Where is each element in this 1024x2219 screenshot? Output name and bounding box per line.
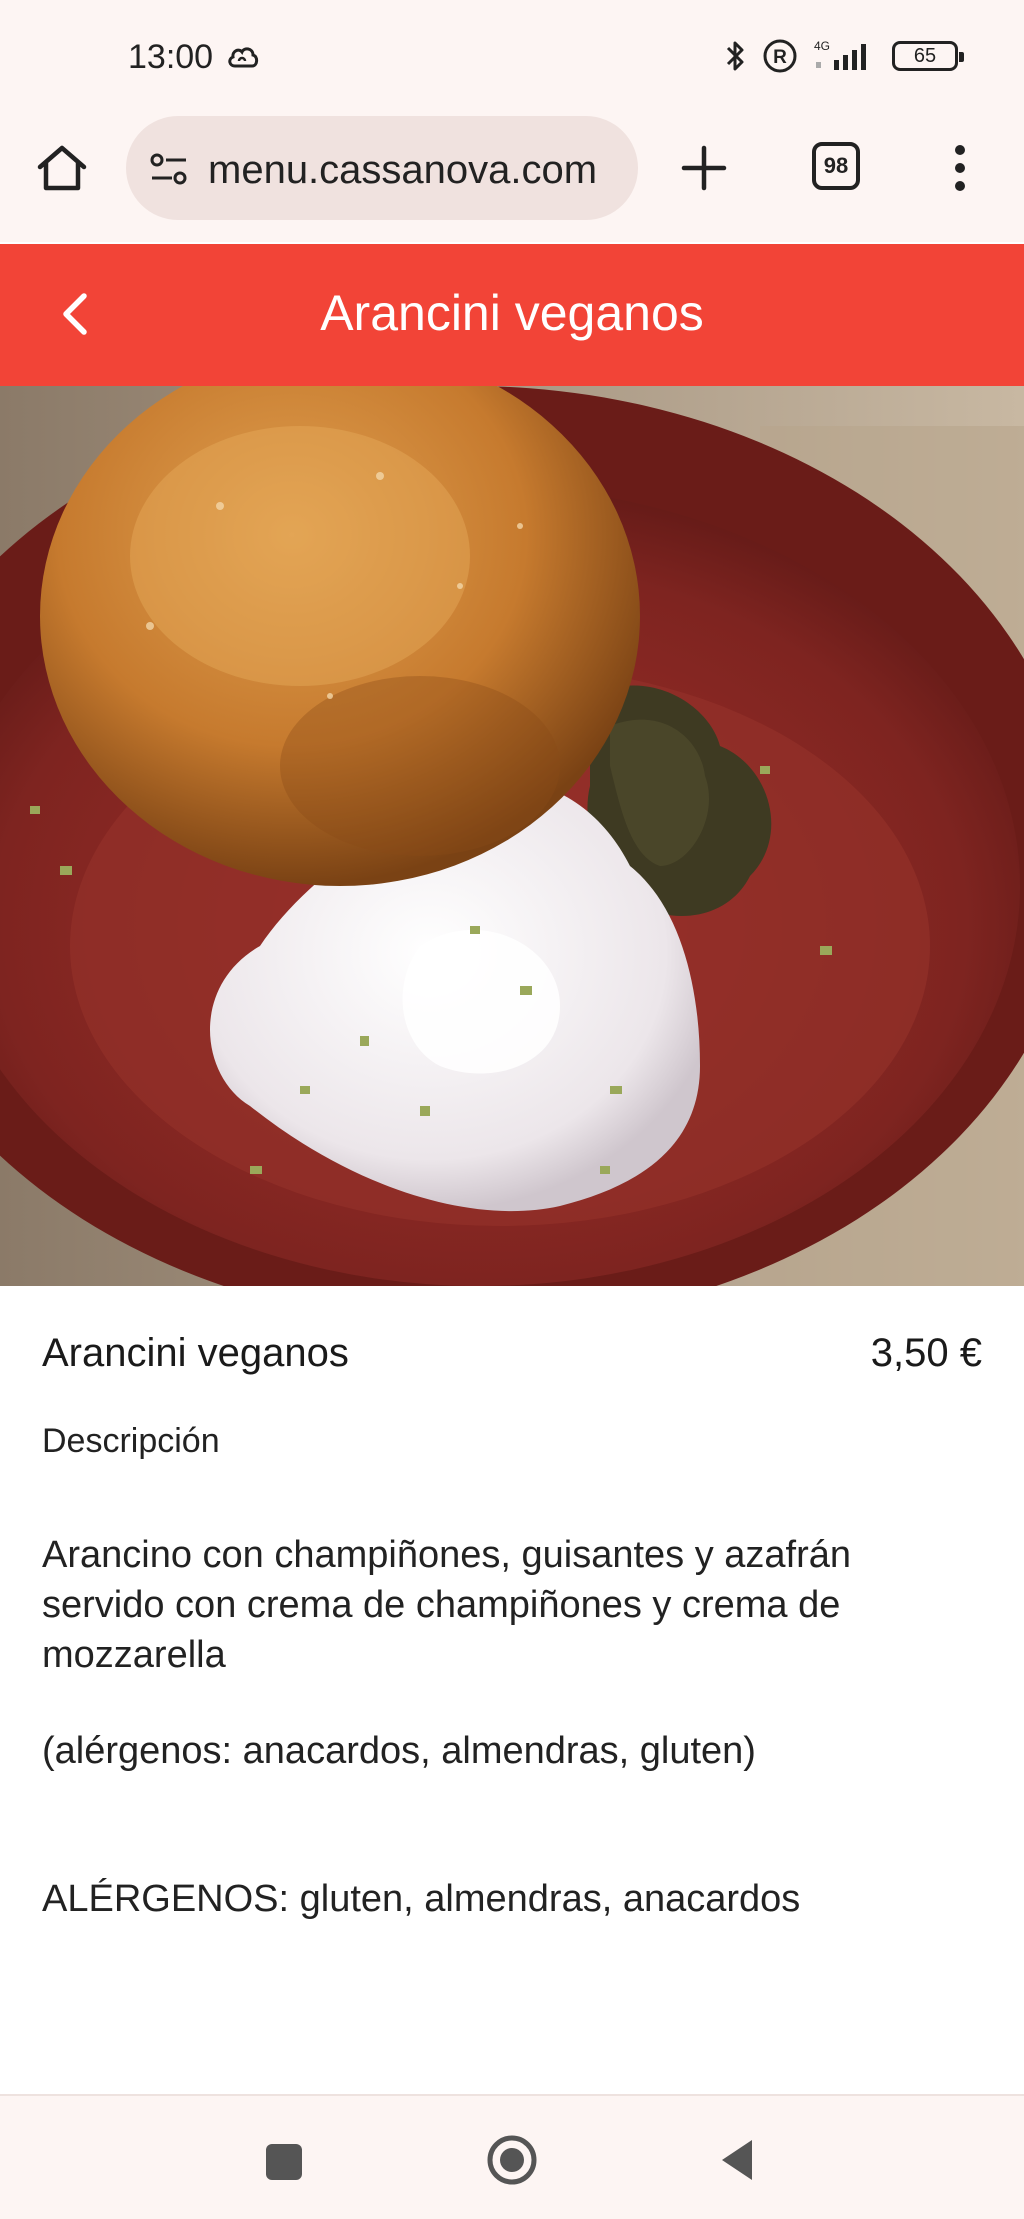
dish-name: Arancini veganos (42, 1331, 349, 1375)
clock: 13:00 (128, 38, 214, 76)
allergens-inline: (alérgenos: anacardos, almendras, gluten… (42, 1730, 756, 1772)
svg-text:R: R (773, 47, 787, 68)
description-label: Descripción (42, 1422, 220, 1460)
dish-details: Arancini veganos 3,50 € Descripción Aran… (0, 1286, 1024, 2094)
tabs-icon[interactable]: 98 (812, 142, 860, 190)
allergens-line: ALÉRGENOS: gluten, almendras, anacardos (42, 1878, 801, 1920)
registered-icon: R (763, 39, 797, 73)
signal-icon: 4G (814, 39, 866, 70)
tab-count: 98 (823, 153, 849, 178)
dish-photo (0, 386, 1024, 1286)
url-text[interactable]: menu.cassanova.com (208, 148, 597, 193)
network-label: 4G (814, 39, 830, 53)
bluetooth-icon (726, 41, 744, 71)
address-bar[interactable]: menu.cassanova.com (126, 116, 638, 220)
plus-icon[interactable] (678, 142, 730, 194)
home-circle-icon[interactable] (486, 2134, 538, 2186)
cloud-icon (228, 47, 259, 68)
page-title: Arancini veganos (320, 285, 704, 341)
battery-icon: 65 (892, 41, 964, 71)
description-text: Arancino con champiñones, guisantes y az… (42, 1534, 852, 1676)
home-icon[interactable] (34, 140, 90, 196)
back-triangle-icon[interactable] (716, 2136, 756, 2184)
recents-icon[interactable] (266, 2144, 302, 2180)
battery-level: 65 (913, 44, 937, 67)
status-bar: 13:00 R 4G 65 (0, 0, 1024, 112)
dish-price: 3,50 € (870, 1331, 982, 1375)
browser-toolbar: menu.cassanova.com 98 (0, 112, 1024, 242)
system-nav-bar (0, 2094, 1024, 2219)
more-vert-icon[interactable] (940, 142, 980, 194)
site-settings-icon[interactable] (148, 152, 190, 186)
status-icons: R 4G 65 (724, 36, 964, 76)
app-header: Arancini veganos (0, 244, 1024, 386)
